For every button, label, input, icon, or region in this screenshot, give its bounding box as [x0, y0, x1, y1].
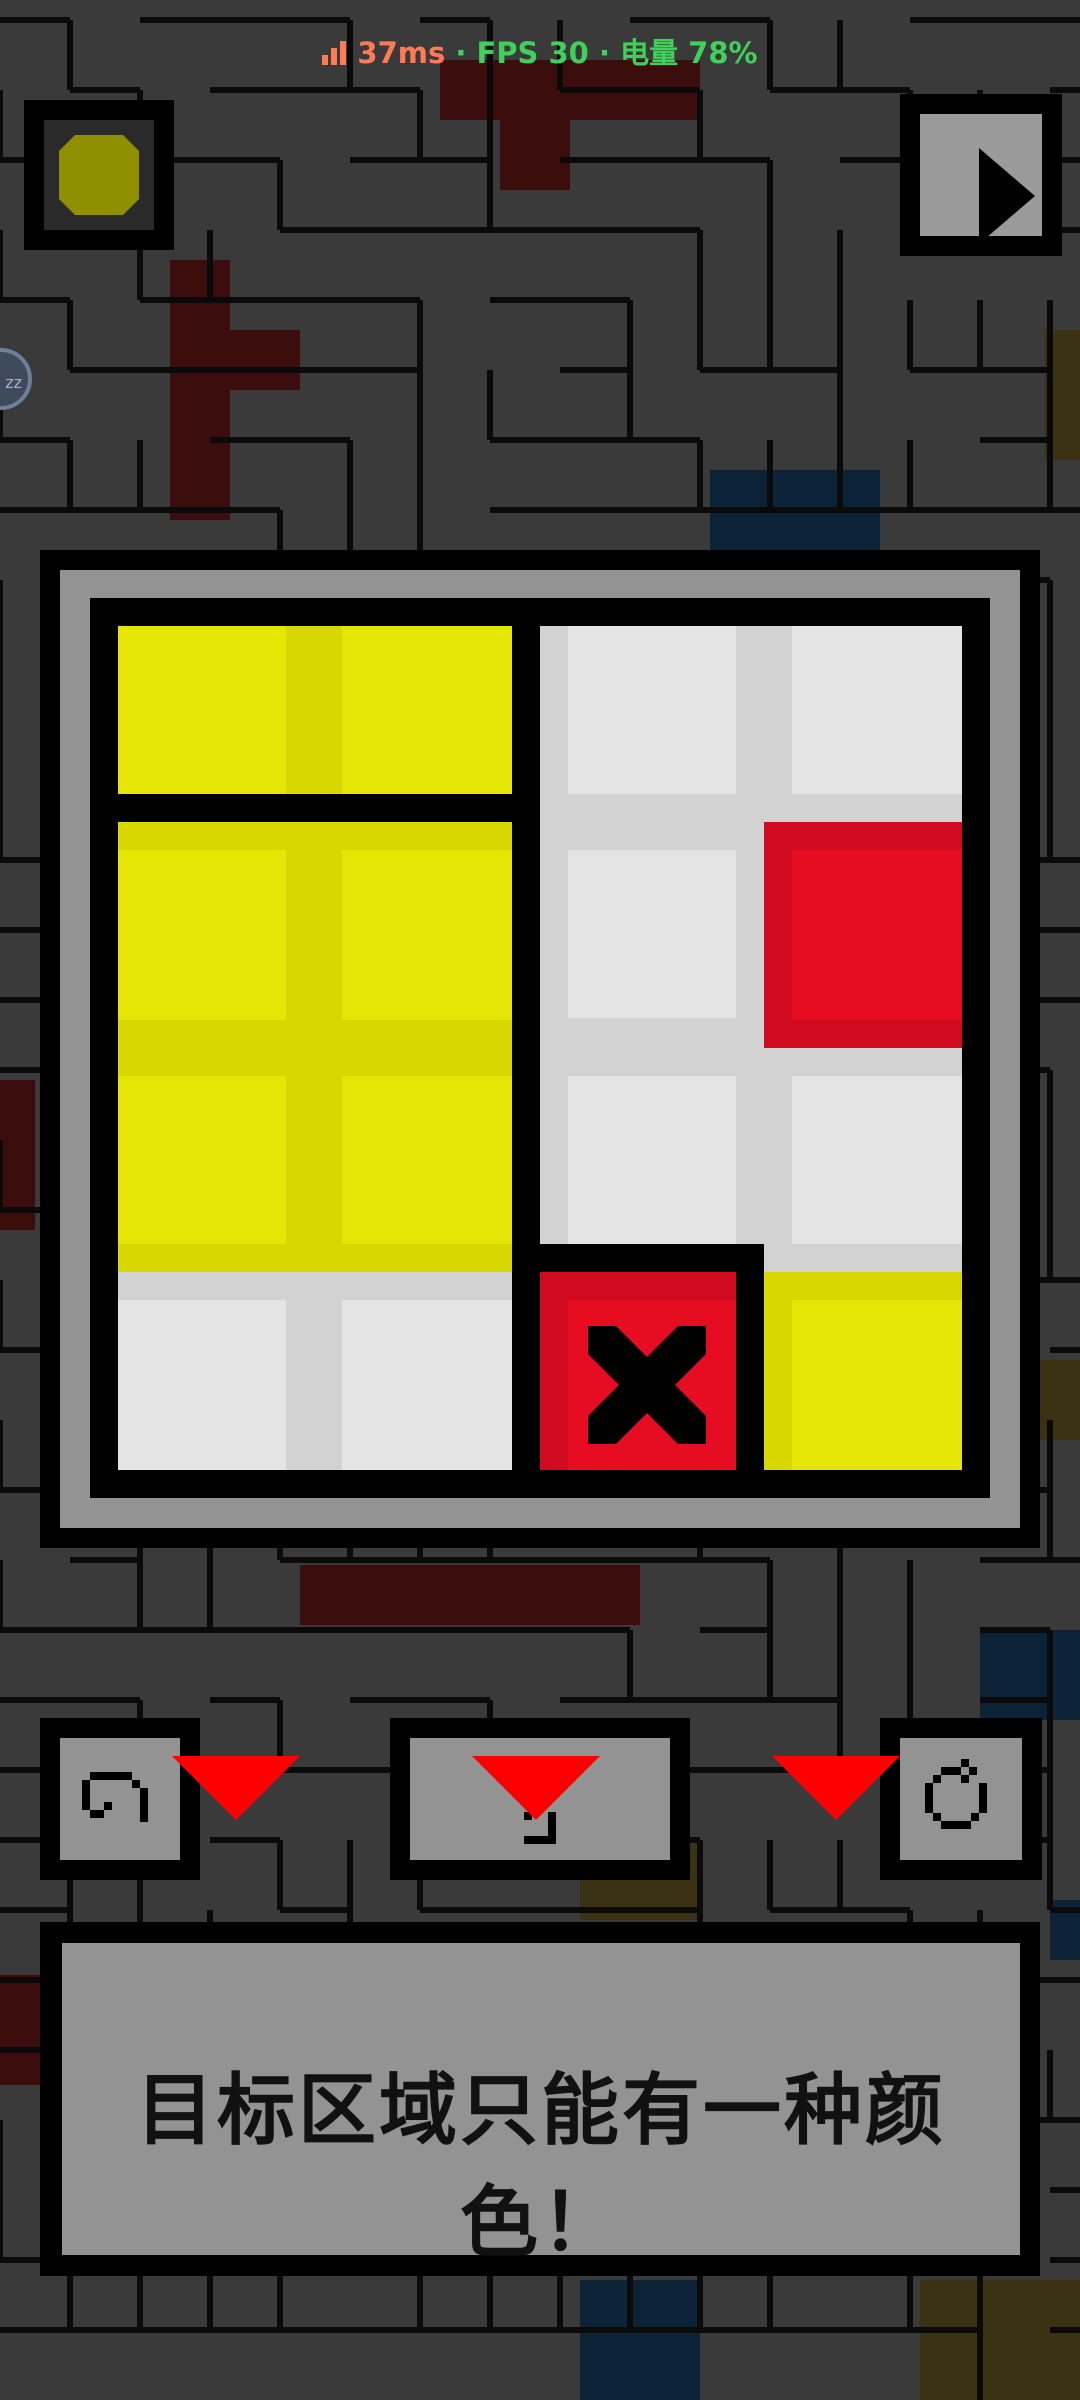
ping-text: 37ms [357, 36, 446, 70]
target-x-icon [588, 1326, 706, 1444]
game-screen: 37ms · FPS 30 · 电量 78% zz 目标区域只能有一种颜色！ [0, 0, 1080, 2400]
message-text: 目标区域只能有一种颜色！ [135, 2066, 946, 2268]
next-level-button[interactable] [900, 94, 1062, 256]
arrow-down-icon [772, 1756, 900, 1820]
fps-battery-text: · FPS 30 · 电量 78% [445, 36, 758, 70]
coin-icon [59, 135, 139, 215]
restart-button[interactable] [880, 1718, 1042, 1880]
coin-button[interactable] [24, 100, 174, 250]
arrow-down-icon [472, 1756, 600, 1820]
arrow-down-icon [172, 1756, 300, 1820]
status-bar: 37ms · FPS 30 · 电量 78% [0, 30, 1080, 72]
play-icon [979, 148, 1035, 244]
undo-icon [82, 1772, 148, 1822]
restart-icon [925, 1759, 987, 1829]
puzzle-board [90, 598, 990, 1498]
signal-icon [322, 38, 349, 72]
